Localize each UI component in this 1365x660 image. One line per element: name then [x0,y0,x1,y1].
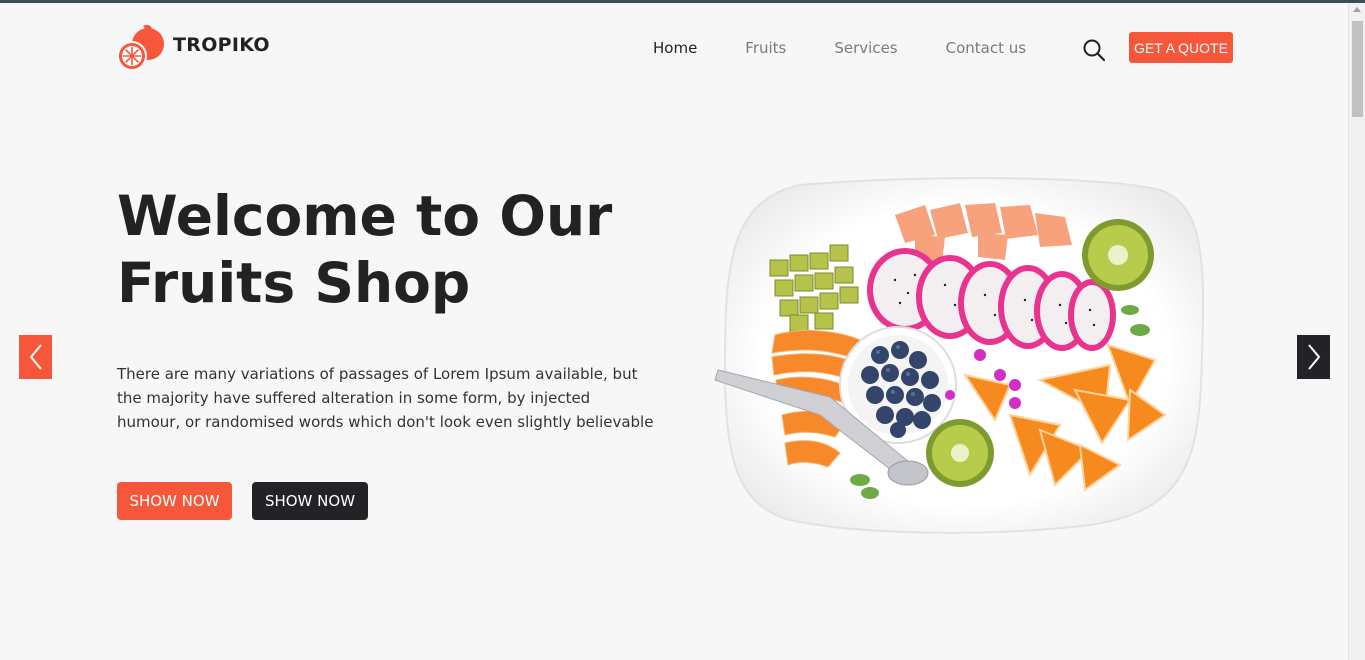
orange-fruit-icon [116,22,166,72]
slider-prev-button[interactable] [19,335,52,379]
window-top-border [0,0,1365,3]
hero-title: Welcome to Our Fruits Shop [117,183,637,317]
nav-item-home[interactable]: Home [653,39,697,57]
slider-next-button[interactable] [1297,335,1330,379]
show-now-button-primary[interactable]: SHOW NOW [117,482,232,520]
search-icon[interactable] [1082,38,1106,62]
hero-description: There are many variations of passages of… [117,365,654,431]
hero-title-line-1: Welcome to Our [117,184,613,248]
nav-item-contact[interactable]: Contact us [946,39,1026,57]
main-nav: Home Fruits Services Contact us [653,39,1074,57]
brand-logo[interactable]: TROPIKO [116,22,270,72]
hero-title-line-2: Fruits Shop [117,251,471,315]
scrollbar-thumb[interactable] [1352,21,1363,117]
brand-name: TROPIKO [173,33,270,56]
chevron-left-icon [29,344,42,370]
nav-item-fruits[interactable]: Fruits [745,39,786,57]
page-scrollbar[interactable] [1348,3,1365,660]
get-a-quote-button[interactable]: GET A QUOTE [1129,32,1233,63]
chevron-right-icon [1307,344,1320,370]
fruit-plate-image [710,175,1215,535]
nav-item-services[interactable]: Services [834,39,897,57]
scroll-up-arrow-icon[interactable] [1353,7,1361,12]
show-now-button-secondary[interactable]: SHOW NOW [252,482,368,520]
